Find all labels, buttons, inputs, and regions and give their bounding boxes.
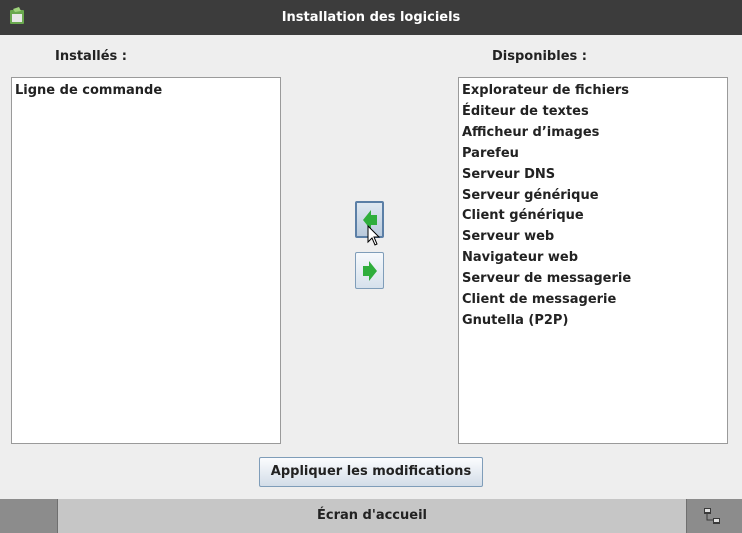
network-icon[interactable] <box>703 507 721 525</box>
list-item[interactable]: Serveur web <box>462 227 724 248</box>
list-item[interactable]: Parefeu <box>462 144 724 165</box>
list-item[interactable]: Explorateur de fichiers <box>462 81 724 102</box>
list-item[interactable]: Serveur DNS <box>462 165 724 186</box>
uninstall-button[interactable] <box>355 252 384 289</box>
title-bar: Installation des logiciels <box>0 0 742 35</box>
apply-changes-button[interactable]: Appliquer les modifications <box>259 457 483 487</box>
mouse-cursor-icon <box>367 225 381 246</box>
list-item[interactable]: Afficheur d’images <box>462 123 724 144</box>
window-title: Installation des logiciels <box>281 10 461 25</box>
arrow-right-icon <box>362 260 377 281</box>
available-label: Disponibles : <box>492 49 587 64</box>
list-item[interactable]: Gnutella (P2P) <box>462 311 724 332</box>
list-item[interactable]: Client générique <box>462 206 724 227</box>
installed-label: Installés : <box>55 49 128 64</box>
list-item[interactable]: Serveur de messagerie <box>462 269 724 290</box>
available-list[interactable]: Explorateur de fichiers Éditeur de texte… <box>458 77 728 444</box>
list-item[interactable]: Ligne de commande <box>15 81 277 102</box>
bottom-bar: Écran d'accueil <box>0 499 742 533</box>
list-item[interactable]: Éditeur de textes <box>462 102 724 123</box>
list-item[interactable]: Serveur générique <box>462 186 724 207</box>
installed-list[interactable]: Ligne de commande <box>11 77 281 444</box>
home-screen-button[interactable]: Écran d'accueil <box>57 499 687 533</box>
list-item[interactable]: Navigateur web <box>462 248 724 269</box>
list-item[interactable]: Client de messagerie <box>462 290 724 311</box>
